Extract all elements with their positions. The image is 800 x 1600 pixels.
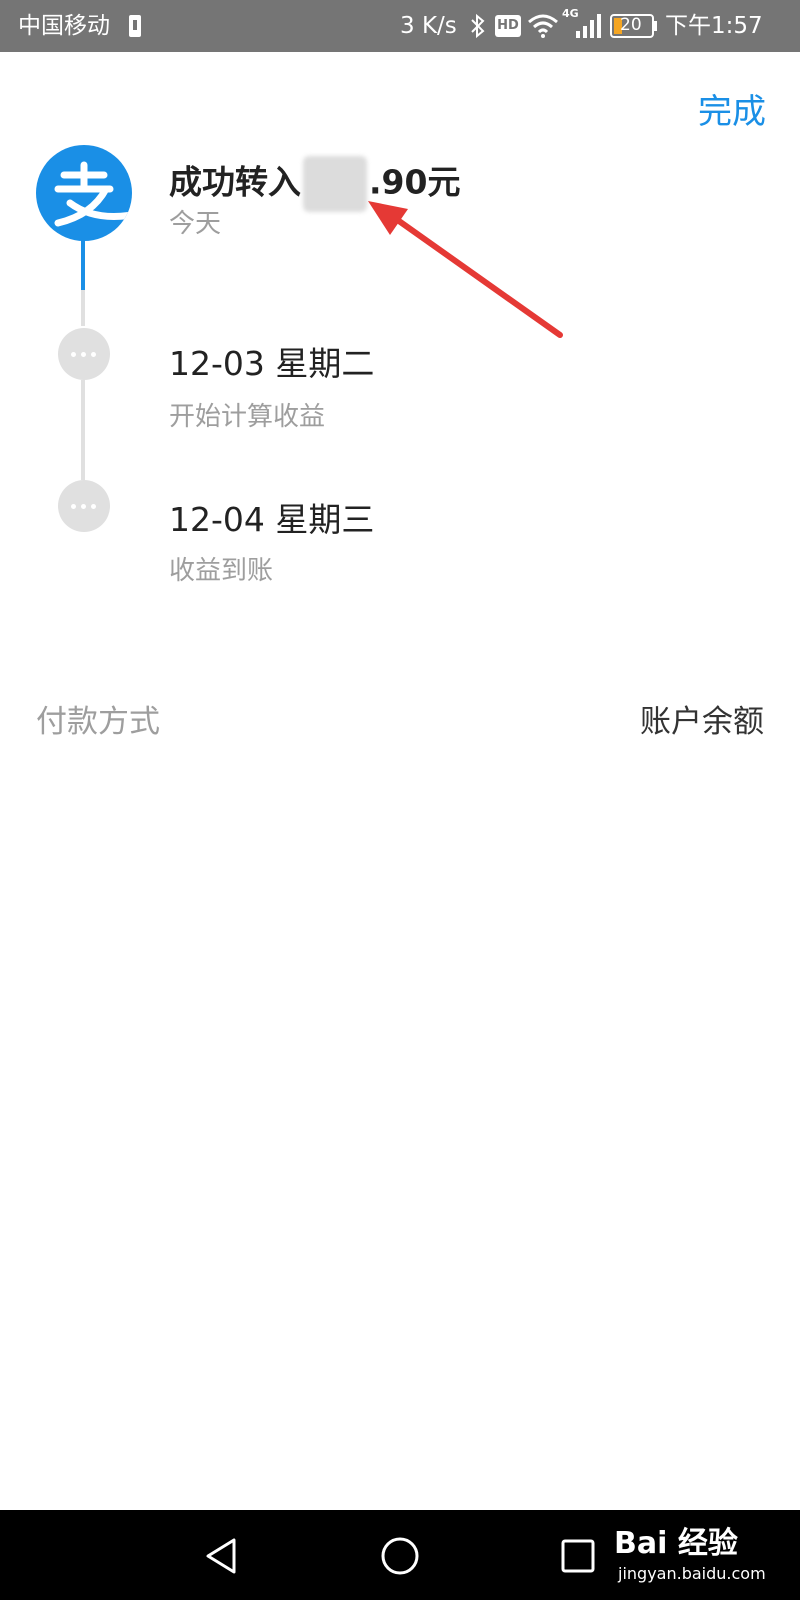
step-description: 收益到账 bbox=[169, 556, 274, 586]
watermark-brand: Bai 经验 bbox=[614, 1526, 738, 1561]
wifi-icon bbox=[528, 14, 558, 38]
step-description: 开始计算收益 bbox=[169, 402, 326, 432]
step-date: 12-03 星期二 bbox=[169, 344, 375, 383]
bluetooth-icon bbox=[471, 13, 485, 39]
back-button[interactable] bbox=[162, 1510, 282, 1600]
alipay-logo-icon bbox=[36, 145, 132, 241]
timeline-line bbox=[81, 380, 85, 480]
home-button[interactable] bbox=[340, 1510, 460, 1600]
payment-method-row[interactable]: 付款方式 账户余额 bbox=[0, 700, 800, 748]
signal-icon bbox=[576, 14, 601, 38]
status-bar: 中国移动 3 K/s HD 4G 20 下午1:57 bbox=[0, 0, 800, 52]
redacted-amount bbox=[303, 156, 367, 212]
transfer-date: 今天 bbox=[169, 209, 222, 239]
sim-icon bbox=[129, 15, 141, 37]
done-button[interactable]: 完成 bbox=[698, 90, 766, 134]
network-speed: 3 K/s bbox=[400, 13, 457, 39]
recents-icon bbox=[561, 1539, 595, 1573]
home-icon bbox=[381, 1537, 419, 1575]
hd-icon: HD bbox=[495, 15, 521, 37]
timeline-line bbox=[81, 290, 85, 326]
timeline-progress-line bbox=[81, 238, 85, 290]
step-date: 12-04 星期三 bbox=[169, 500, 375, 539]
carrier-label: 中国移动 bbox=[18, 13, 110, 39]
watermark-url: jingyan.baidu.com bbox=[618, 1564, 766, 1583]
annotation-arrow-icon bbox=[368, 201, 563, 338]
more-dots-icon bbox=[58, 328, 110, 380]
baidu-jingyan-watermark: Bai 经验 jingyan.baidu.com bbox=[612, 1520, 792, 1590]
battery-level: 20 bbox=[620, 15, 642, 35]
back-icon bbox=[206, 1538, 236, 1574]
clock: 下午1:57 bbox=[665, 13, 763, 39]
payment-method-label: 付款方式 bbox=[36, 704, 160, 740]
more-dots-icon bbox=[58, 480, 110, 532]
payment-method-value: 账户余额 bbox=[640, 704, 764, 740]
